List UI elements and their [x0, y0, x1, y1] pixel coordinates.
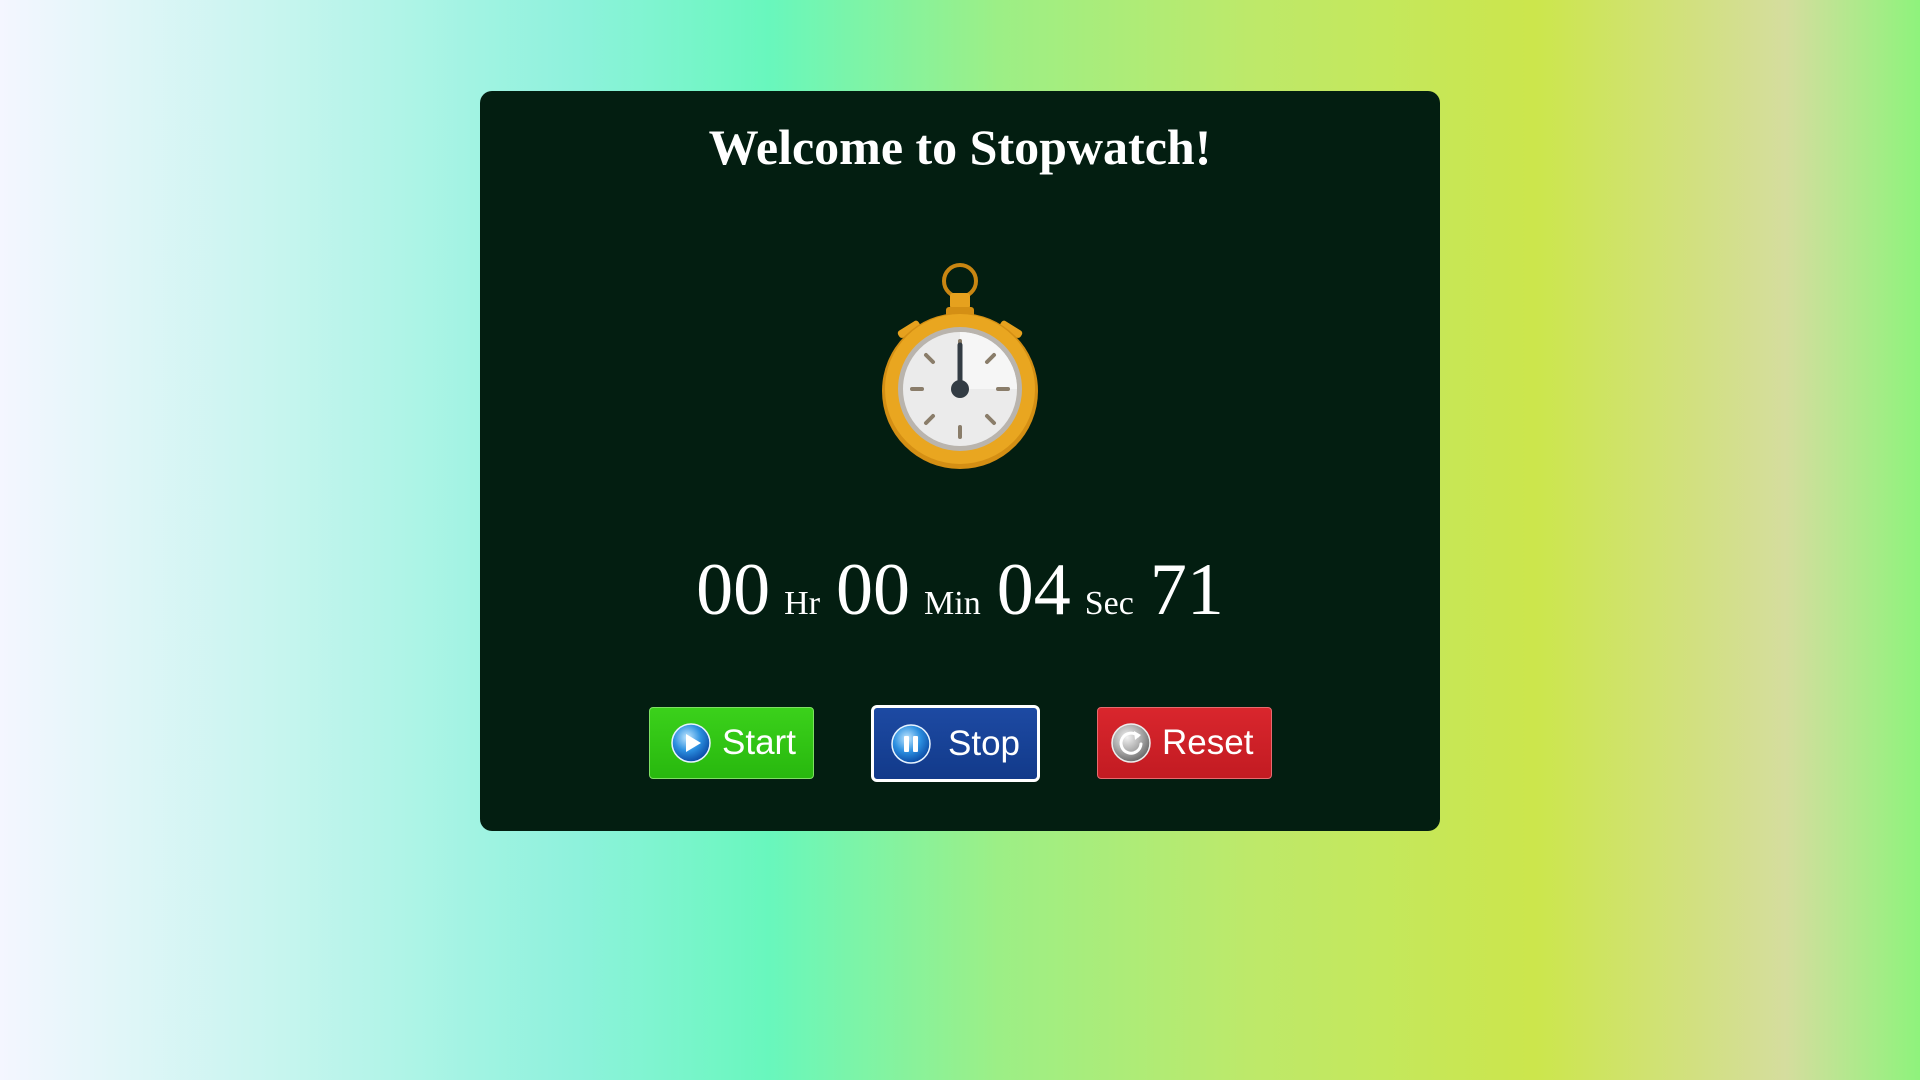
stopwatch-icon — [882, 263, 1038, 469]
seconds-value: 04 — [996, 549, 1071, 631]
hours-value: 00 — [696, 549, 771, 631]
page-title: Welcome to Stopwatch! — [708, 119, 1212, 175]
reset-label: Reset — [1162, 723, 1254, 762]
reset-button[interactable]: Reset — [1097, 707, 1272, 779]
reset-icon — [1111, 723, 1151, 763]
seconds-unit: Sec — [1084, 585, 1134, 622]
stop-label: Stop — [948, 723, 1020, 763]
minutes-unit: Min — [924, 585, 981, 622]
pause-icon — [891, 723, 931, 764]
stopwatch-panel: Welcome to Stopwatch! 00 Hr 00 Min 04 Se… — [480, 91, 1440, 831]
start-button[interactable]: Start — [649, 707, 814, 779]
time-display: 00 Hr 00 Min 04 Sec 71 — [480, 553, 1440, 627]
hundredths-value: 71 — [1149, 549, 1224, 631]
start-label: Start — [722, 723, 796, 762]
play-icon — [671, 723, 711, 763]
hours-unit: Hr — [784, 585, 821, 622]
stop-button[interactable]: Stop — [871, 705, 1040, 782]
minutes-value: 00 — [836, 549, 911, 631]
